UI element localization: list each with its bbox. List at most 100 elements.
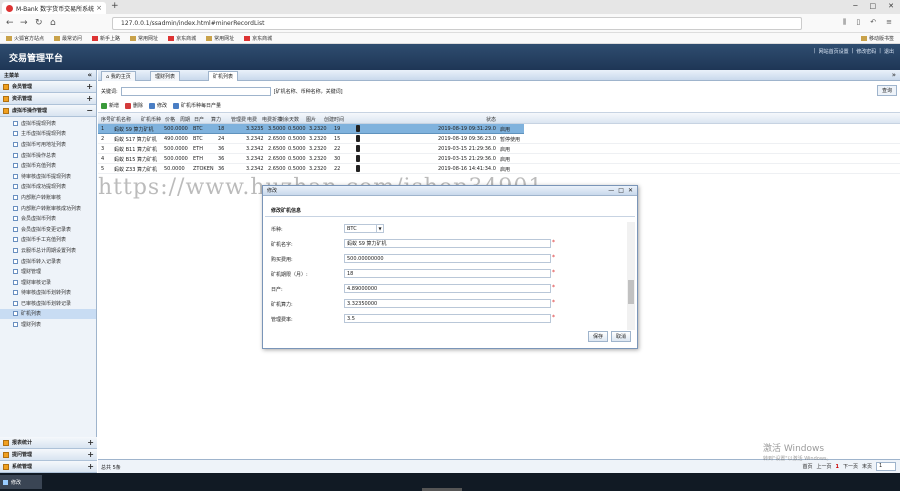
dialog-titlebar[interactable]: 修改 — □ ✕ <box>263 186 637 196</box>
expand-toggle-icon[interactable]: + <box>87 450 94 459</box>
toolbar-button[interactable]: 删除 <box>125 102 143 109</box>
expand-toggle-icon[interactable]: + <box>86 82 93 91</box>
table-row[interactable]: 2 蚂蚁 S17 算力矿机 490.0000 BTC 24 3.2342 2.6500 0.5… <box>98 134 900 144</box>
expand-toggle-icon[interactable]: + <box>86 94 93 103</box>
last-page-link[interactable]: 末页 <box>862 463 872 470</box>
collapse-sidebar-icon[interactable]: « <box>87 71 92 79</box>
mobile-bookmarks[interactable]: 移动版书签 <box>860 35 894 42</box>
first-page-link[interactable]: 首页 <box>802 463 812 470</box>
form-input[interactable]: 500.00000000 <box>344 254 551 263</box>
sidebar-group[interactable]: 系统管理 + <box>0 461 97 473</box>
sidebar-item[interactable]: 虚拟币充值列表 <box>0 160 96 171</box>
logout-link[interactable]: 退出 <box>884 48 894 55</box>
home-icon[interactable]: ⌂ <box>50 18 56 28</box>
expand-toggle-icon[interactable]: − <box>86 106 93 115</box>
save-button[interactable]: 保存 <box>587 331 608 342</box>
bookmark-item[interactable]: 京东商城 <box>168 35 196 42</box>
expand-toggle-icon[interactable]: + <box>87 438 94 447</box>
dialog-maximize-icon[interactable]: □ <box>618 187 624 194</box>
next-page-link[interactable]: 下一页 <box>843 463 858 470</box>
table-row[interactable]: 4 蚂蚁 B15 算力矿机 500.0000 ETH 36 3.2342 2.6500 0.5… <box>98 154 900 164</box>
sidebar-item[interactable]: 云服币总计周期设置列表 <box>0 245 96 256</box>
url-field[interactable]: 127.0.0.1/ssadmin/index.html#minerRecord… <box>112 17 802 30</box>
taskbar-item[interactable]: 修改 <box>0 475 42 489</box>
sidebar-item[interactable]: 会员虚拟币变更记录表 <box>0 224 96 235</box>
prev-page-link[interactable]: 上一页 <box>816 463 831 470</box>
form-input[interactable]: 18 <box>344 269 551 278</box>
folder-icon <box>130 35 137 41</box>
toolbar-button[interactable]: 新增 <box>101 102 119 109</box>
forward-icon[interactable]: → <box>20 18 28 28</box>
sidebar-item[interactable]: 虚拟币转入记录表 <box>0 256 96 267</box>
tab-home[interactable]: ⌂ 我的主页 <box>101 71 136 81</box>
search-button[interactable]: 查询 <box>876 85 897 96</box>
table-row[interactable]: 1 蚂蚁 S9 算力矿机 500.0000 BTC 18 3.3235 3.5000 0.50… <box>98 124 524 134</box>
table-cell: 3.2342 <box>246 156 264 162</box>
site-settings-link[interactable]: 网站首页设置 <box>819 48 849 55</box>
cancel-button[interactable]: 取消 <box>610 331 631 342</box>
tab-miner-list[interactable]: 矿机列表 <box>208 71 239 81</box>
bookmark-item[interactable]: 常用网址 <box>206 35 234 42</box>
bookmark-item[interactable]: 新手上路 <box>92 35 120 42</box>
sidebar-item[interactable]: 理财列表 <box>0 319 96 330</box>
sidebar-item[interactable]: 虚拟币操作总表 <box>0 150 96 161</box>
tabs-more-icon[interactable]: » <box>892 71 896 79</box>
sidebar-group[interactable]: 虚拟币操作管理 − <box>0 105 96 117</box>
sidebar-group[interactable]: 资讯管理 + <box>0 93 96 105</box>
toolbar-button[interactable]: 修改 <box>149 102 167 109</box>
sidebar-item[interactable]: 已审核虚拟币划转记录 <box>0 298 96 309</box>
dialog-minimize-icon[interactable]: — <box>608 187 614 194</box>
sidebar-group[interactable]: 报表统计 + <box>0 437 97 449</box>
bookmark-item[interactable]: 最常访问 <box>54 35 82 42</box>
back-icon[interactable]: ← <box>6 18 14 28</box>
form-input[interactable]: 4.89000000 <box>344 284 551 293</box>
close-window-icon[interactable]: ✕ <box>888 2 894 10</box>
chevron-down-icon[interactable]: ▼ <box>376 225 383 232</box>
bookmark-item[interactable]: 火狐官方站点 <box>6 35 44 42</box>
bookmark-item[interactable]: 常用网址 <box>130 35 158 42</box>
sidebar-item[interactable]: 待审核虚拟币划转列表 <box>0 288 96 299</box>
sidebar-item[interactable]: 待审核虚拟币提现列表 <box>0 171 96 182</box>
sidebar-item[interactable]: 内部账户转账审核 <box>0 192 96 203</box>
maximize-icon[interactable]: □ <box>870 2 877 10</box>
sidebar-item[interactable]: 理财审核记录 <box>0 277 96 288</box>
sidebar-item[interactable]: 会员虚拟币列表 <box>0 213 96 224</box>
sidebar-icon[interactable]: ▯ <box>856 18 860 27</box>
currency-select[interactable]: BTC ▼ <box>344 224 384 233</box>
bookmark-item[interactable]: 京东商城 <box>244 35 272 42</box>
form-input[interactable]: 3.32350000 <box>344 299 551 308</box>
reload-icon[interactable]: ↻ <box>35 18 43 28</box>
toolbar-button[interactable]: 矿机币种每日产量 <box>173 102 221 109</box>
field-label: 日产: <box>271 287 283 293</box>
search-input[interactable] <box>120 86 271 96</box>
change-password-link[interactable]: 修改密码 <box>856 48 876 55</box>
menu-icon[interactable]: ≡ <box>886 18 892 27</box>
dialog-scrollbar[interactable] <box>627 222 635 330</box>
new-tab-button[interactable]: + <box>111 1 119 11</box>
sidebar-group[interactable]: 提问管理 + <box>0 449 97 461</box>
minimize-icon[interactable]: ─ <box>853 2 857 10</box>
tab-finance-list[interactable]: 理财列表 <box>150 71 181 81</box>
sidebar-item[interactable]: 主币虚拟币提现列表 <box>0 129 96 140</box>
form-input[interactable]: 3.5 <box>344 314 551 323</box>
sidebar-item[interactable]: 虚拟币成功提现列表 <box>0 182 96 193</box>
form-input[interactable]: 蚂蚁 S9 算力矿机 <box>344 239 551 248</box>
library-icon[interactable]: ⫼ <box>843 18 846 27</box>
sidebar-item[interactable]: 矿机列表 <box>0 308 96 320</box>
sidebar-item[interactable]: 理财管理 <box>0 266 96 277</box>
dialog-close-icon[interactable]: ✕ <box>628 187 633 194</box>
table-row[interactable]: 5 蚂蚁 Z33 算力矿机 50.0000 ZTOKEN 36 3.2342 2.6500 0… <box>98 164 900 174</box>
close-tab-icon[interactable]: × <box>96 4 102 12</box>
table-row[interactable]: 3 蚂蚁 B11 算力矿机 500.0000 ETH 36 3.2342 2.6500 0.5… <box>98 144 900 154</box>
page-jump-input[interactable]: 1 <box>876 462 896 471</box>
sidebar-item[interactable]: 虚拟币提现列表 <box>0 118 96 129</box>
sidebar-item[interactable]: 内部账户转账审核成功列表 <box>0 203 96 214</box>
sidebar-item[interactable]: 虚拟币可用地址列表 <box>0 139 96 150</box>
browser-tab[interactable]: M-Bank 数字货币交易所系统 × <box>2 2 106 14</box>
sidebar-item[interactable]: 虚拟币手工充值列表 <box>0 235 96 246</box>
expand-toggle-icon[interactable]: + <box>87 462 94 471</box>
scrollbar-thumb[interactable] <box>628 280 634 304</box>
undo-icon[interactable]: ↶ <box>870 18 876 27</box>
sidebar-group[interactable]: 会员管理 + <box>0 81 96 93</box>
field-label: 币种: <box>271 227 283 233</box>
